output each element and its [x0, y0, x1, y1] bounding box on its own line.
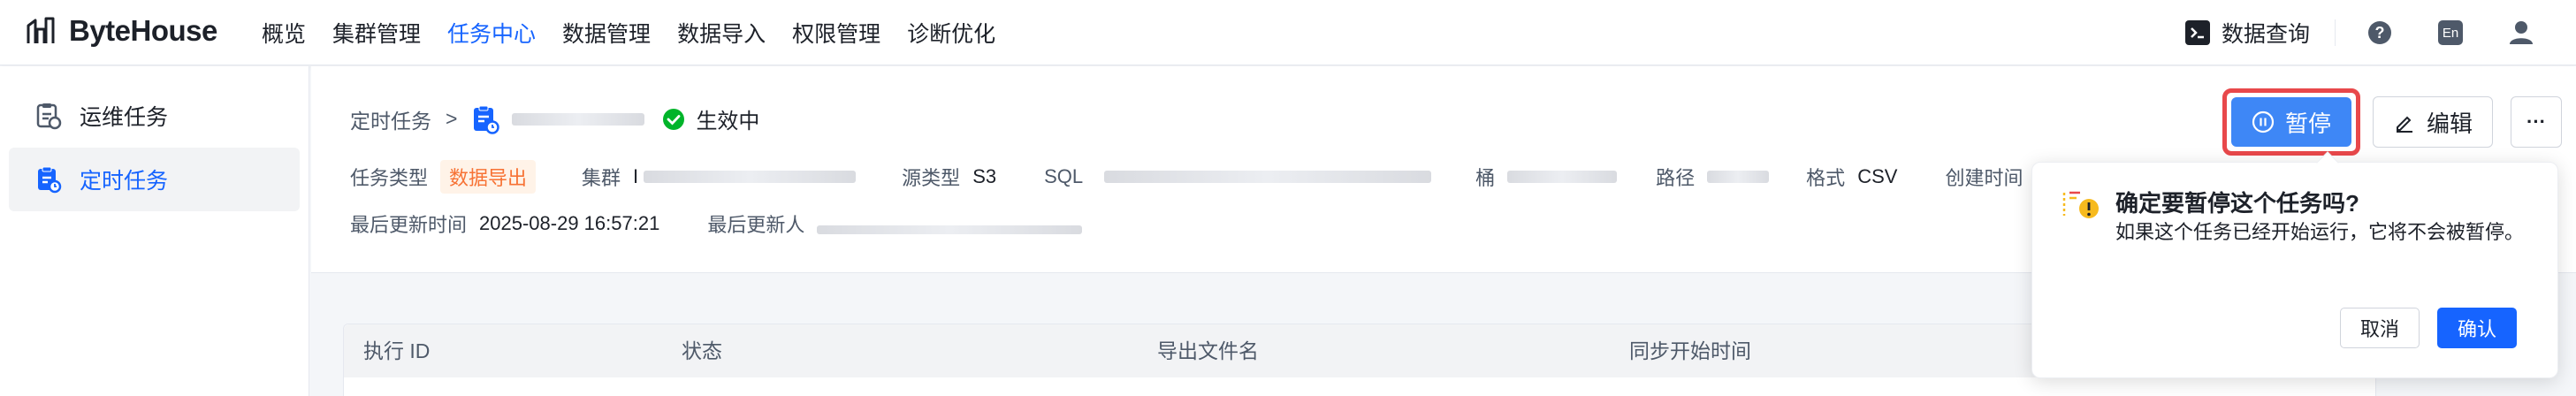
column-status: 状态: [682, 339, 722, 362]
column-execution-id: 执行 ID: [363, 339, 431, 362]
column-export-filename: 导出文件名: [1157, 339, 1259, 362]
svg-text:?: ?: [2375, 24, 2385, 42]
topbar-right: 数据查询 ? En: [2184, 0, 2576, 65]
column-sync-start-time: 同步开始时间: [1629, 339, 1751, 362]
language-button[interactable]: En: [2431, 13, 2470, 52]
pause-highlight-frame: 暂停: [2222, 88, 2360, 156]
path-label: 路径: [1656, 167, 1696, 189]
user-menu-button[interactable]: [2502, 13, 2541, 52]
updater-label: 最后更新人: [707, 214, 805, 236]
nav-item-permission-management[interactable]: 权限管理: [792, 17, 880, 49]
type-tag: 数据导出: [440, 160, 537, 194]
bucket-value-redacted: [1507, 171, 1618, 183]
divider: [2335, 19, 2336, 46]
popover-description: 如果这个任务已经开始运行，它将不会被暂停。: [2115, 221, 2525, 243]
source-type-label: 源类型: [902, 167, 961, 189]
cancel-button[interactable]: 取消: [2340, 308, 2420, 348]
nav-item-data-import[interactable]: 数据导入: [677, 17, 766, 49]
breadcrumb-separator: >: [446, 107, 458, 130]
language-badge: En: [2438, 20, 2463, 45]
confirm-button[interactable]: 确认: [2437, 308, 2517, 348]
breadcrumb: 定时任务 > 生效中: [350, 103, 759, 134]
more-button[interactable]: ···: [2511, 96, 2562, 148]
sidebar: 运维任务 定时任务: [0, 66, 309, 396]
main-nav: 概览 集群管理 任务中心 数据管理 数据导入 权限管理 诊断优化: [262, 0, 1022, 65]
more-icon: ···: [2526, 110, 2546, 133]
edit-button[interactable]: 编辑: [2373, 96, 2493, 148]
format-value: CSV: [1857, 165, 1898, 187]
bucket-label: 桶: [1475, 167, 1496, 189]
popover-title: 确定要暂停这个任务吗?: [2115, 190, 2359, 217]
data-query-label: 数据查询: [2221, 22, 2310, 47]
scheduled-task-icon: [35, 165, 62, 194]
check-circle-icon: [662, 108, 685, 131]
help-button[interactable]: ?: [2360, 13, 2399, 52]
edit-icon: [2396, 116, 2412, 133]
sql-label: SQL: [1044, 165, 1084, 187]
pause-confirm-popover: 确定要暂停这个任务吗? 如果这个任务已经开始运行，它将不会被暂停。 取消 确认: [2031, 151, 2558, 378]
type-label: 任务类型: [350, 167, 429, 189]
pause-label: 暂停: [2284, 110, 2331, 137]
cluster-label: 集群: [582, 167, 621, 189]
ops-task-icon: [35, 102, 62, 130]
sidebar-item-scheduled-tasks[interactable]: 定时任务: [9, 148, 300, 211]
data-query-button[interactable]: 数据查询: [2184, 17, 2310, 49]
pause-button[interactable]: 暂停: [2231, 97, 2351, 147]
bytehouse-logo[interactable]: ByteHouse: [25, 14, 217, 48]
nav-item-cluster-management[interactable]: 集群管理: [332, 17, 421, 49]
sidebar-item-ops-tasks[interactable]: 运维任务: [9, 84, 300, 148]
status-text: 生效中: [696, 110, 760, 133]
task-name-redacted: [512, 112, 645, 126]
updated-time-value: 2025-08-29 16:57:21: [479, 212, 660, 234]
task-file-icon: [471, 104, 500, 134]
nav-item-task-center[interactable]: 任务中心: [447, 17, 536, 49]
cluster-value: I: [633, 165, 639, 187]
terminal-icon: [2184, 20, 2210, 45]
task-meta-row-2: 最后更新时间 2025-08-29 16:57:21 最后更新人: [350, 209, 1083, 238]
help-icon: ?: [2368, 21, 2391, 44]
updater-value-redacted: [817, 225, 1083, 234]
nav-item-overview[interactable]: 概览: [262, 17, 306, 49]
path-value-redacted: [1707, 171, 1770, 183]
sql-value-redacted: [1104, 171, 1432, 183]
brand-name: ByteHouse: [69, 14, 217, 47]
status-badge: 生效中: [662, 103, 759, 134]
pause-icon: [2252, 110, 2275, 133]
task-actions: 暂停 编辑 ···: [2222, 88, 2562, 156]
task-meta-row-1: 任务类型 数据导出 集群 I 源类型 S3 SQL 桶 路径 格式 CSV 创建…: [350, 160, 2068, 194]
updated-time-label: 最后更新时间: [350, 214, 468, 236]
warning-note-icon: [2061, 189, 2103, 229]
edit-label: 编辑: [2426, 110, 2473, 137]
logo-icon: [27, 17, 55, 43]
sidebar-item-label: 运维任务: [80, 105, 169, 130]
nav-item-diagnosis[interactable]: 诊断优化: [907, 17, 995, 49]
created-time-label: 创建时间: [1945, 167, 2023, 189]
breadcrumb-root[interactable]: 定时任务: [350, 104, 431, 134]
nav-item-data-management[interactable]: 数据管理: [562, 17, 651, 49]
user-icon: [2510, 21, 2533, 44]
format-label: 格式: [1806, 167, 1846, 189]
source-type-value: S3: [972, 165, 997, 187]
cluster-value-redacted: [644, 171, 857, 183]
top-navbar: ByteHouse 概览 集群管理 任务中心 数据管理 数据导入 权限管理 诊断…: [0, 0, 2576, 65]
sidebar-item-label: 定时任务: [80, 169, 169, 194]
